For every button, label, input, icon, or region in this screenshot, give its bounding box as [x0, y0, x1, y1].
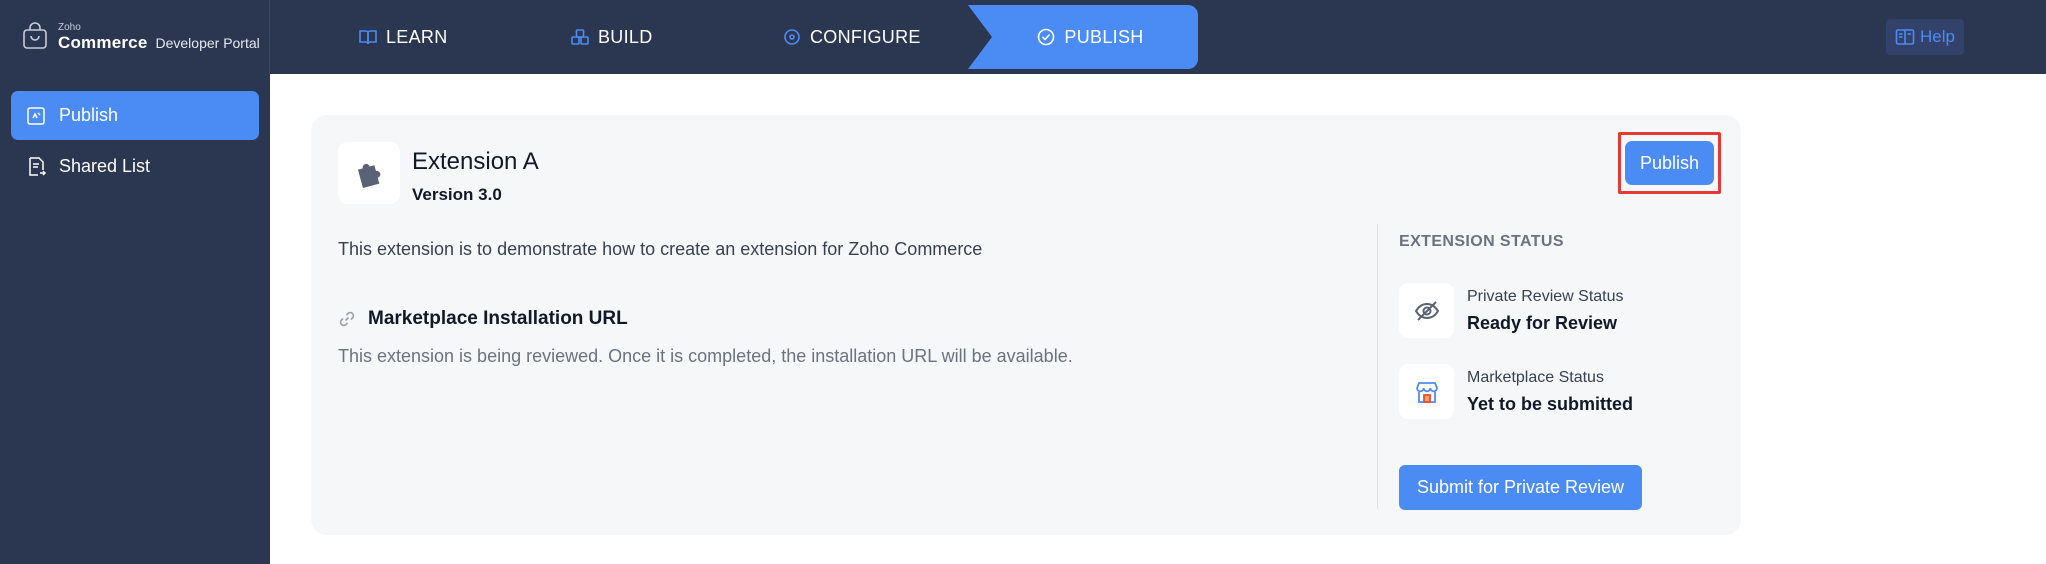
private-review-label: Private Review Status	[1467, 287, 1624, 305]
storefront-icon	[1415, 381, 1438, 403]
shopping-bag-icon	[23, 22, 47, 49]
vertical-divider	[1377, 224, 1378, 509]
tab-configure-label: CONFIGURE	[810, 26, 921, 47]
brand-commerce: Commerce	[58, 33, 148, 52]
status-icon-tile	[1399, 364, 1454, 419]
configure-icon	[784, 29, 800, 45]
link-icon	[339, 311, 355, 327]
help-book-icon	[1895, 29, 1915, 45]
top-navigation-bar: Zoho Commerce Developer Portal LEARN BUI…	[0, 0, 2046, 74]
help-button[interactable]: Help	[1886, 19, 1964, 55]
url-section-title: Marketplace Installation URL	[368, 308, 628, 329]
publish-button-highlight: Publish	[1618, 132, 1721, 194]
marketplace-status: Marketplace Status Yet to be submitted	[1399, 364, 1633, 419]
url-section-header: Marketplace Installation URL	[338, 308, 628, 330]
publish-doc-icon	[27, 106, 45, 125]
blocks-icon	[571, 29, 589, 45]
extension-version: Version 3.0	[412, 185, 502, 204]
tab-publish-label: PUBLISH	[1064, 26, 1144, 47]
extension-card: Extension A Version 3.0 Publish This ext…	[311, 115, 1741, 535]
sidebar-item-shared-list[interactable]: Shared List	[11, 142, 259, 191]
tab-configure[interactable]: CONFIGURE	[782, 0, 921, 74]
marketplace-label: Marketplace Status	[1467, 368, 1604, 386]
check-circle-icon	[1038, 28, 1055, 46]
marketplace-value: Yet to be submitted	[1467, 393, 1634, 414]
tab-build[interactable]: BUILD	[570, 0, 653, 74]
brand-zoho: Zoho	[58, 22, 81, 33]
extension-name: Extension A	[412, 148, 539, 175]
sidebar-item-label: Publish	[59, 105, 119, 125]
private-review-value: Ready for Review	[1467, 312, 1618, 333]
publish-button[interactable]: Publish	[1625, 141, 1714, 185]
status-icon-tile	[1399, 283, 1454, 338]
url-section-note: This extension is being reviewed. Once i…	[338, 346, 1073, 366]
shared-list-icon	[29, 156, 47, 176]
help-label: Help	[1920, 27, 1955, 46]
extension-description: This extension is to demonstrate how to …	[338, 239, 983, 259]
puzzle-icon	[357, 163, 381, 188]
eye-off-icon	[1414, 300, 1439, 321]
tab-publish[interactable]: PUBLISH	[968, 5, 1198, 69]
status-heading: EXTENSION STATUS	[1399, 233, 1564, 250]
tab-build-label: BUILD	[598, 26, 653, 47]
sidebar: Publish Shared List	[0, 74, 270, 564]
brand-logo[interactable]: Zoho Commerce Developer Portal	[0, 0, 270, 74]
tab-learn[interactable]: LEARN	[358, 0, 448, 74]
submit-private-review-button[interactable]: Submit for Private Review	[1399, 465, 1642, 510]
book-icon	[359, 30, 377, 45]
tab-learn-label: LEARN	[386, 26, 448, 47]
brand-portal: Developer Portal	[155, 35, 260, 51]
sidebar-item-label: Shared List	[59, 156, 151, 176]
extension-icon-tile	[338, 142, 400, 204]
private-review-status: Private Review Status Ready for Review	[1399, 283, 1624, 338]
brand-text: Zoho Commerce Developer Portal	[58, 22, 260, 52]
sidebar-item-publish[interactable]: Publish	[11, 91, 259, 140]
